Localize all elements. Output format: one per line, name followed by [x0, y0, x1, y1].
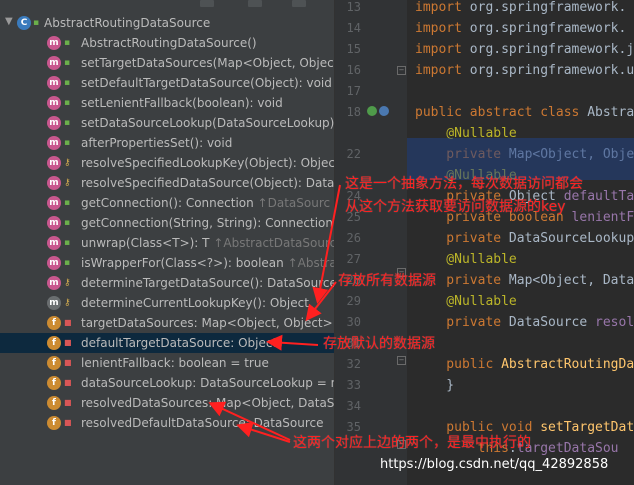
arrow-to-default-source: [266, 334, 319, 351]
arrow-to-target-sources: [305, 281, 337, 322]
annotation-arrows: [208, 184, 341, 443]
arrow-to-resolved-sources: [208, 401, 291, 441]
arrow-to-determine-key: [312, 184, 341, 304]
watermark-url: https://blog.csdn.net/qq_42892858: [380, 457, 609, 472]
